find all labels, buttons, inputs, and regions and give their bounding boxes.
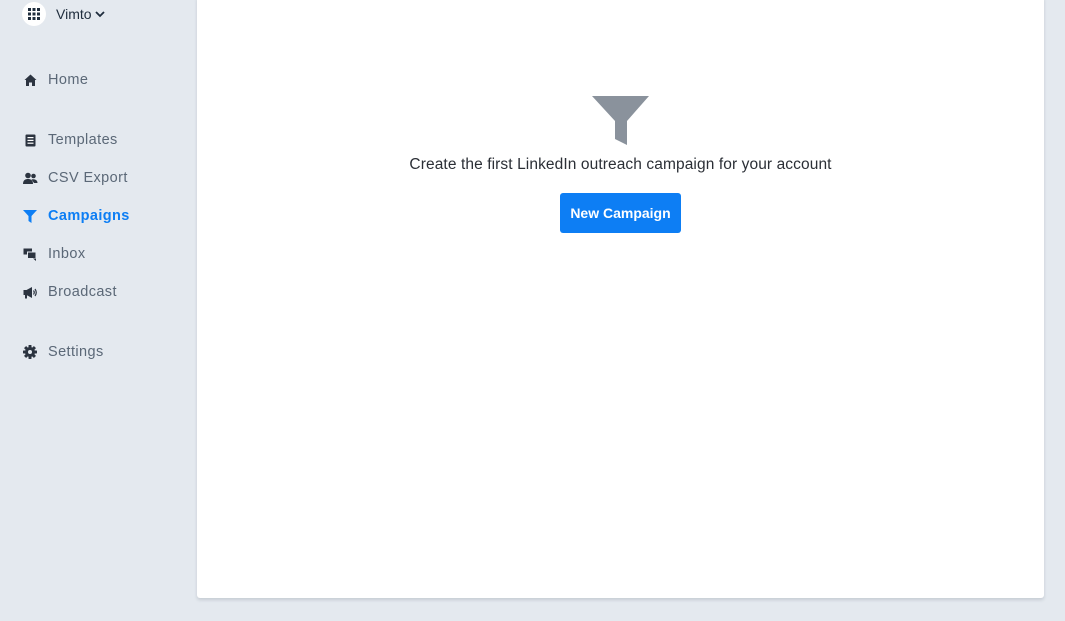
sidebar-item-home[interactable]: Home <box>22 70 88 90</box>
sidebar-item-label: Campaigns <box>48 208 130 224</box>
gear-icon <box>22 344 38 360</box>
sidebar-item-label: Settings <box>48 344 104 360</box>
empty-state-message: Create the first LinkedIn outreach campa… <box>409 156 832 173</box>
funnel-icon <box>22 208 38 224</box>
sidebar-item-broadcast[interactable]: Broadcast <box>22 282 117 302</box>
sidebar-item-campaigns[interactable]: Campaigns <box>22 206 130 226</box>
sidebar-item-label: Broadcast <box>48 284 117 300</box>
users-icon <box>22 170 38 186</box>
sidebar-item-inbox[interactable]: Inbox <box>22 244 85 264</box>
chevron-down-icon <box>94 10 105 18</box>
sidebar-item-label: Home <box>48 72 89 88</box>
sidebar-item-settings[interactable]: Settings <box>22 342 104 362</box>
chat-icon <box>22 246 38 262</box>
workspace-switcher[interactable]: Vimto <box>22 2 105 26</box>
workspace-name: Vimto <box>56 6 92 22</box>
sidebar-item-label: CSV Export <box>48 170 128 186</box>
funnel-icon <box>592 96 650 146</box>
sidebar-item-label: Templates <box>48 132 118 148</box>
sidebar-item-csv-export[interactable]: CSV Export <box>22 168 128 188</box>
sidebar-item-label: Inbox <box>48 246 86 262</box>
megaphone-icon <box>22 284 38 300</box>
app-window: Vimto Home Templates CSV Export Campaign… <box>0 0 1065 621</box>
sidebar: Vimto Home Templates CSV Export Campaign… <box>0 0 197 621</box>
new-campaign-button[interactable]: New Campaign <box>560 193 681 233</box>
templates-icon <box>22 132 38 148</box>
sidebar-item-templates[interactable]: Templates <box>22 130 118 150</box>
home-icon <box>22 72 38 88</box>
grid-icon <box>22 2 46 26</box>
main-content-card: Create the first LinkedIn outreach campa… <box>197 0 1044 598</box>
